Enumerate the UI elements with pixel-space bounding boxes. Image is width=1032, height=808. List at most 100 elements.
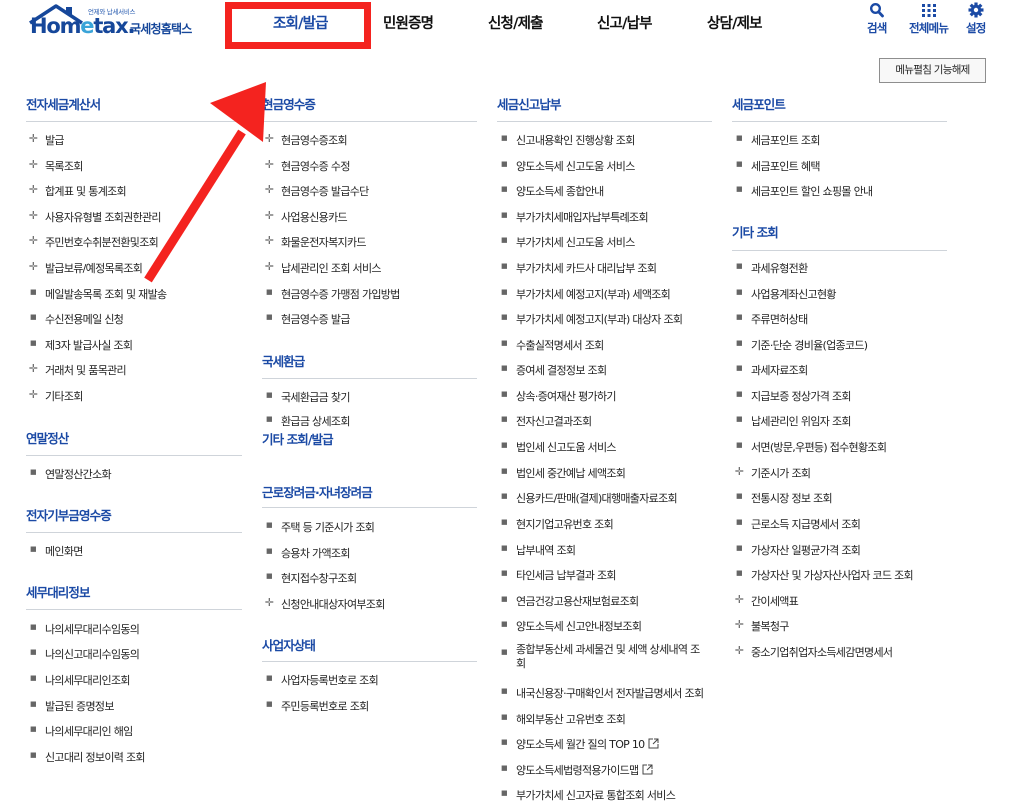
gnb-consult-report[interactable]: 상담/제보 (707, 12, 762, 33)
menu-item[interactable]: ■ 양도소득세 신고안내정보조회 (501, 618, 642, 634)
menu-item[interactable]: ■ 신용카드/판매(결제)대행매출자료조회 (501, 490, 678, 506)
menu-item[interactable]: ✛ 중소기업취업자소득세감면명세서 (735, 644, 893, 660)
menu-item[interactable]: ■ 양도소득세 신고도움 서비스 (501, 158, 635, 174)
menu-item[interactable]: ■ 부가가치세 신고자료 통합조회 서비스 (501, 787, 676, 803)
menu-item[interactable]: ✛ 신청안내대상자여부조회 (265, 596, 386, 612)
menu-item[interactable]: ■ 해외부동산 고유번호 조회 (501, 711, 626, 727)
section-title-earned-income-incentive[interactable]: 근로장려금·자녀장려금 (262, 482, 373, 501)
menu-item[interactable]: ■ 내국신용장·구매확인서 전자발급명세서 조회 (501, 685, 704, 701)
menu-item[interactable]: ■ 승용차 가액조회 (266, 545, 350, 561)
menu-item[interactable]: ✛ 불복청구 (735, 618, 790, 634)
menu-item[interactable]: ■ 납세관리인 위임자 조회 (736, 413, 851, 429)
menu-item[interactable]: ■ 기준·단순 경비율(업종코드) (736, 337, 868, 353)
menu-item[interactable]: ■ 부가가치세매입자납부특례조회 (501, 209, 649, 225)
menu-item[interactable]: ■ 양도소득세 월간 질의 TOP 10 (501, 736, 659, 752)
menu-item[interactable]: ✛ 납세관리인 조회 서비스 (265, 260, 382, 276)
menu-item[interactable]: ✛ 기타조회 (29, 388, 84, 404)
menu-item[interactable]: ■ 법인세 중간예납 세액조회 (501, 465, 626, 481)
menu-item[interactable]: ■ 서면(방문,우편등) 접수현황조회 (736, 439, 887, 455)
menu-item[interactable]: ■ 지급보증 정상가격 조회 (736, 388, 851, 404)
menu-item[interactable]: ■ 사업자등록번호로 조회 (266, 672, 379, 688)
menu-item[interactable]: ■ 전자신고결과조회 (501, 413, 592, 429)
menu-item[interactable]: ■ 과세자료조회 (736, 362, 808, 378)
menu-item[interactable]: ■ 환급금 상세조회 (266, 413, 350, 429)
section-title-national-tax-refund[interactable]: 국세환급 (262, 351, 305, 370)
settings-button[interactable]: 설정 (966, 2, 986, 36)
section-title-year-end-settlement[interactable]: 연말정산 (26, 428, 69, 447)
menu-item[interactable]: ■ 전통시장 정보 조회 (736, 490, 833, 506)
section-title-e-donation-receipt[interactable]: 전자기부금영수증 (26, 505, 112, 524)
menu-item[interactable]: ✛ 발급 (29, 132, 65, 148)
menu-item[interactable]: ✛ 현금영수증조회 (265, 132, 348, 148)
menu-item[interactable]: ■ 연말정산간소화 (30, 466, 112, 482)
menu-item[interactable]: ✛ 화물운전자복지카드 (265, 234, 367, 250)
menu-item[interactable]: ■ 부가가치세 예정고지(부과) 대상자 조회 (501, 311, 683, 327)
menu-item[interactable]: ■ 수출실적명세서 조회 (501, 337, 604, 353)
menu-item[interactable]: ■ 양도소득세법령적용가이드맵 (501, 762, 653, 778)
section-title-business-status[interactable]: 사업자상태 (262, 635, 316, 654)
menu-item[interactable]: ■ 부가가치세 카드사 대리납부 조회 (501, 260, 657, 276)
menu-item[interactable]: ■ 납부내역 조회 (501, 542, 576, 558)
menu-item[interactable]: ■ 상속·증여재산 평가하기 (501, 388, 616, 404)
menu-item[interactable]: ■ 수신전용메일 신청 (30, 311, 124, 327)
menu-item[interactable]: ■ 세금포인트 할인 쇼핑몰 안내 (736, 183, 873, 199)
menu-item[interactable]: ■ 메일발송목록 조회 및 재발송 (30, 286, 167, 302)
menu-item[interactable]: ■ 현지기업고유번호 조회 (501, 516, 614, 532)
menu-item[interactable]: ■ 주택 등 기준시가 조회 (266, 519, 375, 535)
section-title-tax-points[interactable]: 세금포인트 (732, 94, 786, 113)
menu-item[interactable]: ■ 증여세 결정정보 조회 (501, 362, 607, 378)
menu-item[interactable]: ■ 나의세무대리인 해임 (30, 723, 133, 739)
gnb-report-pay[interactable]: 신고/납부 (597, 12, 652, 33)
gnb-apply-submit[interactable]: 신청/제출 (488, 12, 543, 33)
menu-item[interactable]: ■ 메인화면 (30, 543, 83, 559)
menu-item[interactable]: ■ 현지접수창구조회 (266, 570, 357, 586)
menu-item[interactable]: ■ 타인세금 납부결과 조회 (501, 567, 616, 583)
menu-item[interactable]: ■ 발급된 증명정보 (30, 698, 114, 714)
menu-item[interactable]: ■ 세금포인트 조회 (736, 132, 820, 148)
gnb-civil-certificate[interactable]: 민원증명 (383, 12, 434, 33)
menu-item[interactable]: ■ 세금포인트 혜택 (736, 158, 820, 174)
menu-item[interactable]: ■ 부가가치세 예정고지(부과) 세액조회 (501, 286, 671, 302)
menu-item[interactable]: ■ 나의세무대리인조회 (30, 672, 130, 688)
menu-item[interactable]: ✛ 간이세액표 (735, 593, 799, 609)
menu-item[interactable]: ■ 신고내용확인 진행상황 조회 (501, 132, 635, 148)
menu-item[interactable]: ✛ 기준시가 조회 (735, 465, 811, 481)
section-title-e-tax-invoice[interactable]: 전자세금계산서 (26, 94, 101, 113)
menu-item[interactable]: ✛ 목록조회 (29, 158, 84, 174)
menu-item[interactable]: ■ 국세환급금 찾기 (266, 389, 350, 405)
menu-item[interactable]: ■ 나의신고대리수임동의 (30, 646, 140, 662)
menu-item[interactable]: ■ 과세유형전환 (736, 260, 808, 276)
menu-item[interactable]: ■ 나의세무대리수임동의 (30, 621, 140, 637)
section-title-other-inquiry[interactable]: 기타 조회 (732, 222, 779, 241)
menu-item[interactable]: ✛ 사용자유형별 조회권한관리 (29, 209, 162, 225)
hometax-logo[interactable]: 언제와 납세서비스 Hometax. 국세청홈택스 (26, 3, 211, 47)
menu-item[interactable]: ■ 주민등록번호로 조회 (266, 698, 369, 714)
section-title-tax-agent-info[interactable]: 세무대리정보 (26, 582, 91, 601)
section-title-cash-receipt[interactable]: 현금영수증 (262, 94, 316, 113)
section-title-tax-report-payment[interactable]: 세금신고납부 (497, 94, 562, 113)
menu-item[interactable]: ■ 부가가치세 신고도움 서비스 (501, 234, 635, 250)
all-menu-button[interactable]: 전체메뉴 (909, 2, 949, 36)
search-button[interactable]: 검색 (867, 2, 887, 36)
menu-item[interactable]: ✛ 사업용신용카드 (265, 209, 348, 225)
menu-item[interactable]: ■ 주류면허상태 (736, 311, 808, 327)
menu-expand-toggle-button[interactable]: 메뉴펼침 기능해제 (879, 58, 986, 83)
menu-item[interactable]: ■ 양도소득세 종합안내 (501, 183, 604, 199)
menu-item[interactable]: ■ 현금영수증 가맹점 가입방법 (266, 286, 400, 302)
menu-item[interactable]: ✛ 현금영수증 수정 (265, 158, 351, 174)
menu-item[interactable]: ✛ 거래처 및 품목관리 (29, 362, 127, 378)
menu-item[interactable]: ■ 신고대리 정보이력 조회 (30, 749, 145, 765)
menu-item[interactable]: ■ 제3자 발급사실 조회 (30, 337, 133, 353)
menu-item[interactable]: ■ 근로소득 지급명세서 조회 (736, 516, 861, 532)
menu-item[interactable]: ■ 현금영수증 발급 (266, 311, 350, 327)
menu-item[interactable]: ✛ 주민번호수취분전환및조회 (29, 234, 159, 250)
menu-item[interactable]: ■ 가상자산 일평균가격 조회 (736, 542, 861, 558)
section-title-other-inquiry-issue[interactable]: 기타 조회/발급 (262, 429, 337, 448)
menu-item[interactable]: ✛ 현금영수증 발급수단 (265, 183, 370, 199)
menu-item[interactable]: ■ 종합부동산세 과세물건 및 세액 상세내역 조회 (501, 643, 706, 671)
menu-item[interactable]: ✛ 합계표 및 통계조회 (29, 183, 127, 199)
menu-item[interactable]: ■ 연금건강고용산재보험료조회 (501, 593, 639, 609)
menu-item[interactable]: ■ 법인세 신고도움 서비스 (501, 439, 616, 455)
menu-item[interactable]: ✛ 발급보류/예정목록조회 (29, 260, 143, 276)
menu-item[interactable]: ■ 사업용계좌신고현황 (736, 286, 836, 302)
